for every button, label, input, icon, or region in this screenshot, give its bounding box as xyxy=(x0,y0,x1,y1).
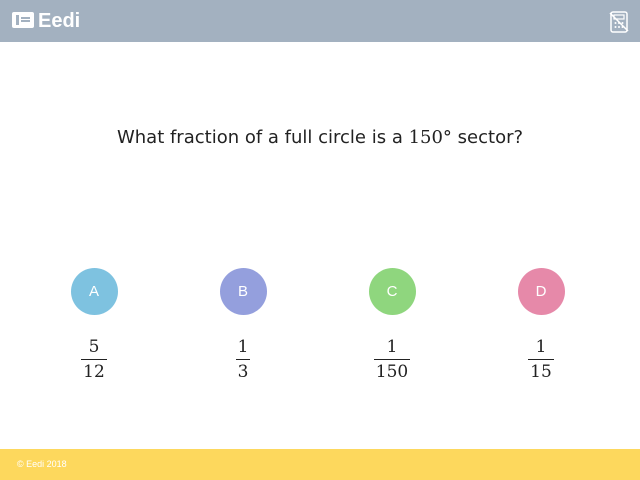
eedi-logo-icon xyxy=(12,12,34,28)
calculator-disabled-icon[interactable] xyxy=(607,10,631,34)
answer-fraction: 5 12 xyxy=(81,337,107,382)
fraction-numerator: 1 xyxy=(386,337,398,357)
top-bar: Eedi xyxy=(0,0,640,42)
fraction-denominator: 150 xyxy=(375,362,409,382)
fraction-numerator: 1 xyxy=(535,337,547,357)
copyright-text: © Eedi 2018 xyxy=(17,459,67,469)
answer-option-a[interactable]: A 5 12 xyxy=(34,268,154,382)
answer-option-c[interactable]: C 1 150 xyxy=(332,268,452,382)
answer-option-b[interactable]: B 1 3 xyxy=(183,268,303,382)
fraction-bar xyxy=(81,359,107,360)
fraction-denominator: 3 xyxy=(237,362,249,382)
answer-fraction: 1 15 xyxy=(528,337,554,382)
answer-fraction: 1 150 xyxy=(373,337,411,382)
option-letter-badge[interactable]: A xyxy=(70,268,118,315)
fraction-numerator: 5 xyxy=(88,337,100,357)
fraction-denominator: 15 xyxy=(530,362,552,382)
footer-bar: © Eedi 2018 xyxy=(0,449,640,480)
question-text: What fraction of a full circle is a 150°… xyxy=(0,127,640,148)
answer-fraction: 1 3 xyxy=(235,337,251,382)
question-text-start: What fraction of a full circle is a xyxy=(116,127,409,148)
option-letter-badge[interactable]: C xyxy=(368,268,416,315)
fraction-bar xyxy=(528,359,554,360)
question-text-end: sector? xyxy=(451,127,524,148)
logo-text: Eedi xyxy=(38,10,81,32)
fraction-bar xyxy=(373,359,411,360)
question-angle: 150° xyxy=(408,127,452,148)
answer-option-d[interactable]: D 1 15 xyxy=(481,268,601,382)
option-letter-badge[interactable]: B xyxy=(219,268,267,315)
fraction-denominator: 12 xyxy=(83,362,105,382)
fraction-numerator: 1 xyxy=(237,337,249,357)
option-letter-badge[interactable]: D xyxy=(517,268,565,315)
fraction-bar xyxy=(235,359,251,360)
